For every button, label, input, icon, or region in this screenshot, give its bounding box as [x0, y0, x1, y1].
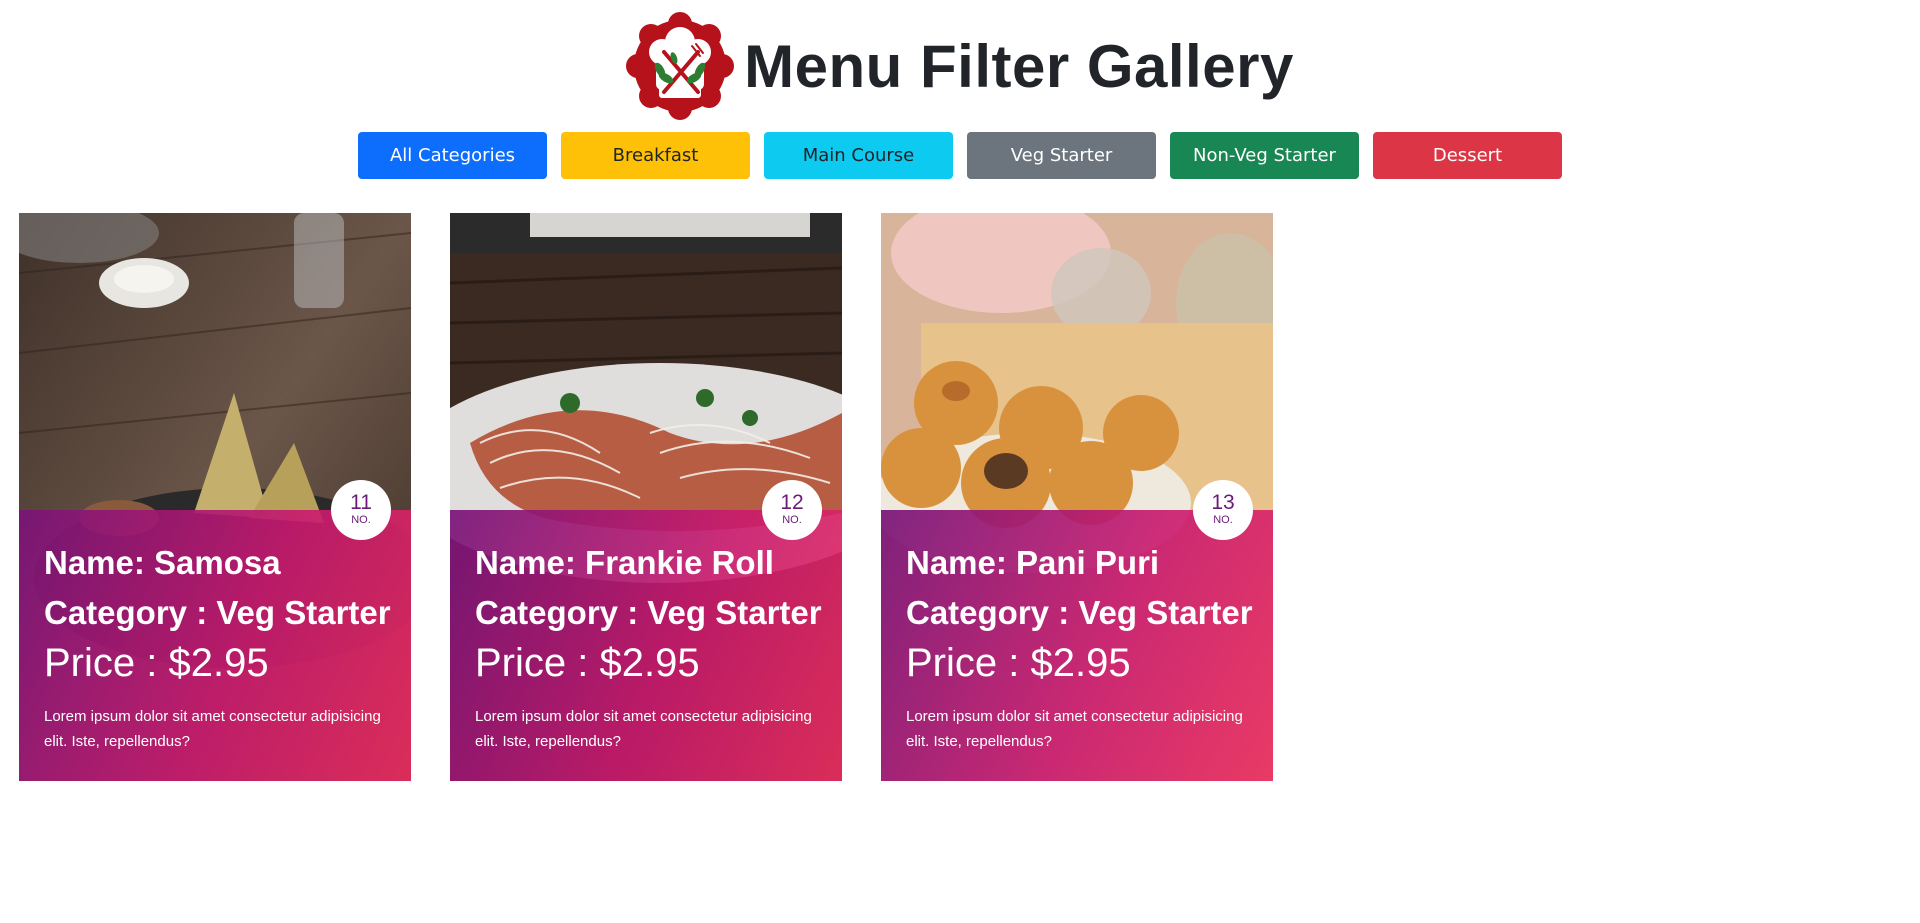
- filter-dessert-button[interactable]: Dessert: [1373, 132, 1562, 179]
- page-header: Menu Filter Gallery: [0, 10, 1920, 122]
- item-number-badge: 11 NO.: [331, 480, 391, 540]
- category-filter-bar: All Categories Breakfast Main Course Veg…: [0, 132, 1920, 179]
- item-category: Category : Veg Starter: [44, 594, 391, 631]
- restaurant-logo-icon: [626, 12, 735, 120]
- card-details: Name: Frankie Roll Category : Veg Starte…: [475, 538, 830, 754]
- card-details: Name: Samosa Category : Veg Starter Pric…: [44, 538, 399, 754]
- menu-card[interactable]: 11 NO. Name: Samosa Category : Veg Start…: [19, 213, 411, 781]
- item-number-badge: 13 NO.: [1193, 480, 1253, 540]
- item-name: Name: Pani Puri: [906, 544, 1160, 581]
- item-number: 12: [780, 491, 804, 514]
- filter-all-categories-button[interactable]: All Categories: [358, 132, 547, 179]
- item-description: Lorem ipsum dolor sit amet consectetur a…: [475, 708, 812, 750]
- item-number-label: NO.: [782, 514, 802, 526]
- item-price: Price : $2.95: [44, 641, 269, 685]
- item-number: 11: [350, 491, 372, 514]
- item-name: Name: Frankie Roll: [475, 544, 774, 581]
- filter-breakfast-button[interactable]: Breakfast: [561, 132, 750, 179]
- item-price: Price : $2.95: [475, 641, 700, 685]
- filter-non-veg-starter-button[interactable]: Non-Veg Starter: [1170, 132, 1359, 179]
- page-title: Menu Filter Gallery: [744, 32, 1294, 100]
- item-number-badge: 12 NO.: [762, 480, 822, 540]
- item-number-label: NO.: [351, 514, 371, 526]
- menu-card[interactable]: 12 NO. Name: Frankie Roll Category : Veg…: [450, 213, 842, 781]
- menu-card[interactable]: 13 NO. Name: Pani Puri Category : Veg St…: [881, 213, 1273, 781]
- item-name: Name: Samosa: [44, 544, 281, 581]
- item-number-label: NO.: [1213, 514, 1233, 526]
- item-description: Lorem ipsum dolor sit amet consectetur a…: [44, 708, 381, 750]
- item-number: 13: [1211, 491, 1235, 514]
- item-category: Category : Veg Starter: [906, 594, 1253, 631]
- filter-veg-starter-button[interactable]: Veg Starter: [967, 132, 1156, 179]
- filter-main-course-button[interactable]: Main Course: [764, 132, 953, 179]
- item-category: Category : Veg Starter: [475, 594, 822, 631]
- card-details: Name: Pani Puri Category : Veg Starter P…: [906, 538, 1261, 754]
- item-price: Price : $2.95: [906, 641, 1131, 685]
- item-description: Lorem ipsum dolor sit amet consectetur a…: [906, 708, 1243, 750]
